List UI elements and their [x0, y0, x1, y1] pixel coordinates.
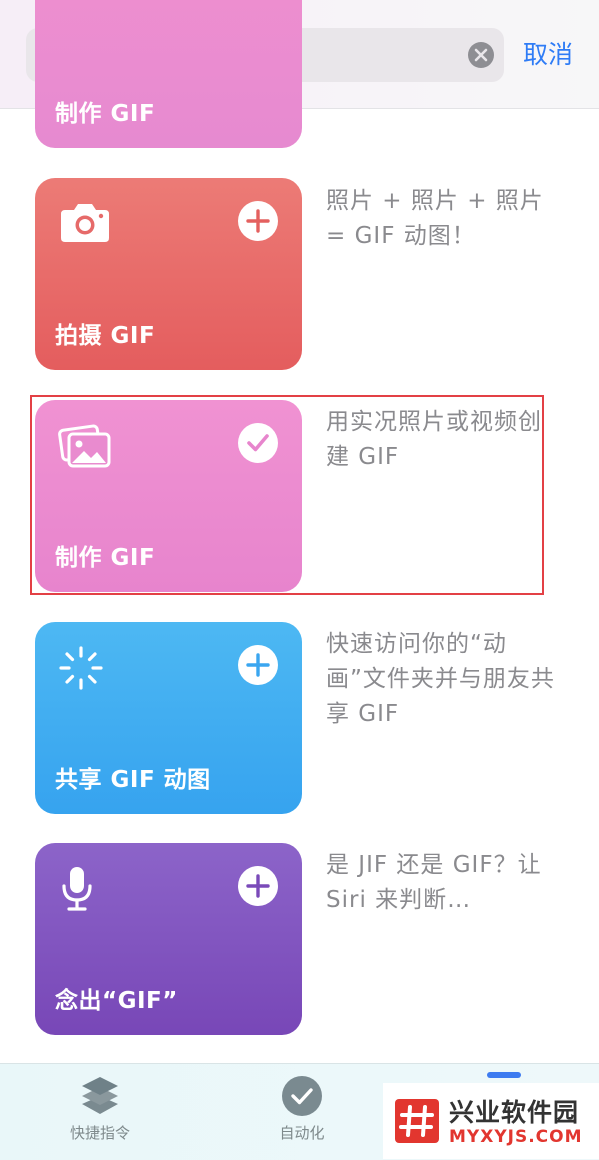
sparkle-icon [59, 646, 103, 690]
selection-highlight [30, 395, 544, 595]
shortcut-card-partial[interactable]: 制作 GIF [35, 0, 302, 148]
clear-icon[interactable] [467, 41, 495, 69]
microphone-icon [62, 867, 92, 911]
tab-label: 快捷指令 [69, 1124, 130, 1142]
shortcut-card-say-gif[interactable]: 念出“GIF” [35, 843, 302, 1035]
watermark-name: 兴业软件园 [449, 1098, 580, 1127]
camera-icon [61, 204, 109, 242]
automation-check-icon [282, 1076, 322, 1116]
plus-icon[interactable] [237, 200, 279, 242]
tab-label: 自动化 [279, 1124, 325, 1142]
card-title: 拍摄 GIF [55, 323, 156, 349]
card-title: 制作 GIF [55, 101, 156, 127]
plus-icon[interactable] [237, 644, 279, 686]
shortcut-card-capture-gif[interactable]: 拍摄 GIF [35, 178, 302, 370]
tab-shortcuts[interactable]: 快捷指令 [30, 1064, 170, 1160]
card-description: 快速访问你的“动画”文件夹并与朋友共享 GIF [326, 631, 555, 727]
layers-icon [82, 1077, 118, 1114]
watermark-logo-icon [395, 1099, 439, 1143]
card-description: 照片 + 照片 + 照片 = GIF 动图！ [326, 188, 544, 249]
card-title: 共享 GIF 动图 [55, 767, 211, 793]
shortcut-card-share-gif[interactable]: 共享 GIF 动图 [35, 622, 302, 814]
card-title: 念出“GIF” [55, 988, 178, 1014]
card-description: 是 JIF 还是 GIF？让 Siri 来判断… [326, 852, 542, 913]
gallery-tab-indicator [487, 1072, 521, 1078]
watermark-url: MYXYJS.COM [449, 1127, 583, 1147]
watermark: 兴业软件园 MYXYJS.COM [383, 1083, 599, 1159]
tab-automation[interactable]: 自动化 [232, 1064, 372, 1160]
plus-icon[interactable] [237, 865, 279, 907]
cancel-button[interactable]: 取消 [523, 38, 573, 72]
